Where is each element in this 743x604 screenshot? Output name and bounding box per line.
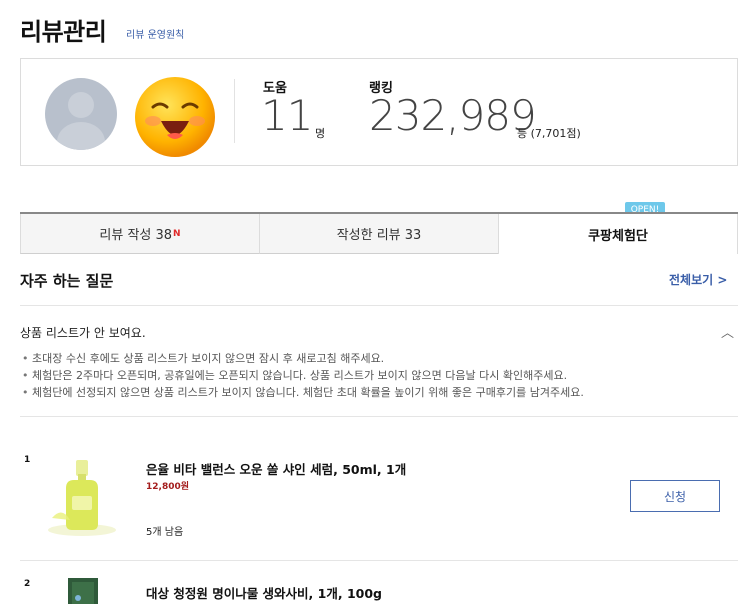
faq-title: 자주 하는 질문 — [20, 272, 114, 290]
product-price: 12,800원 — [146, 482, 190, 492]
product-name[interactable]: 은율 비타 밸런스 오운 쏠 샤인 세럼, 50ml, 1개 — [146, 459, 406, 478]
page-title: 리뷰관리 — [20, 18, 107, 46]
tab-label: 리뷰 작성 38 — [99, 228, 173, 243]
new-badge: N — [173, 228, 181, 239]
avatar-head-shape — [68, 92, 94, 118]
view-all-link[interactable]: 전체보기 > — [669, 271, 727, 288]
faq-answer: 체험단은 2주마다 오픈되며, 공휴일에는 오픈되지 않습니다. 상품 리스트가… — [22, 367, 584, 384]
stock-left: 5개 남음 — [146, 527, 184, 538]
divider — [20, 560, 738, 561]
wasabi-tube-image[interactable] — [66, 578, 100, 604]
tab-label: 쿠팡체험단 — [588, 228, 648, 244]
rank-value: 232,989 — [369, 91, 537, 140]
tab-label: 작성한 리뷰 33 — [336, 228, 422, 243]
review-policy-link[interactable]: 리뷰 운영원칙 — [126, 26, 184, 41]
faq-answer-list: 초대장 수신 후에도 상품 리스트가 보이지 않으면 잠시 후 새로고침 해주세… — [22, 350, 584, 401]
tab-coupang-experience[interactable]: 쿠팡체험단 — [498, 214, 738, 254]
tab-written-reviews[interactable]: 작성한 리뷰 33 — [259, 214, 498, 254]
product-name[interactable]: 대상 청정원 명이나물 생와사비, 1개, 100g — [146, 583, 382, 602]
divider — [234, 79, 235, 143]
faq-answer: 초대장 수신 후에도 상품 리스트가 보이지 않으면 잠시 후 새로고침 해주세… — [22, 350, 584, 367]
profile-summary: 도움 11 명 랭킹 232,989 등 (7,701점) — [20, 58, 738, 166]
smiley-emoji-icon — [135, 77, 215, 157]
product-rank: 2 — [24, 579, 31, 589]
rank-unit: 등 (7,701점) — [517, 127, 581, 140]
avatar-body-shape — [57, 122, 105, 150]
avatar[interactable] — [45, 78, 117, 150]
faq-question[interactable]: 상품 리스트가 안 보여요. — [20, 324, 146, 341]
serum-bottle-image[interactable] — [44, 458, 120, 538]
help-unit: 명 — [315, 127, 326, 140]
divider — [20, 305, 738, 306]
apply-button[interactable]: 신청 — [630, 480, 720, 512]
tab-write-review[interactable]: 리뷰 작성 38 N — [20, 214, 259, 254]
product-rank: 1 — [24, 455, 31, 465]
help-count: 11 — [261, 91, 313, 140]
faq-answer: 체험단에 선정되지 않으면 상품 리스트가 보이지 않습니다. 체험단 초대 확… — [22, 384, 584, 401]
chevron-up-icon[interactable]: ︿ — [721, 322, 734, 341]
divider — [20, 416, 738, 417]
review-tabs: 리뷰 작성 38 N 작성한 리뷰 33 쿠팡체험단 — [20, 212, 738, 254]
